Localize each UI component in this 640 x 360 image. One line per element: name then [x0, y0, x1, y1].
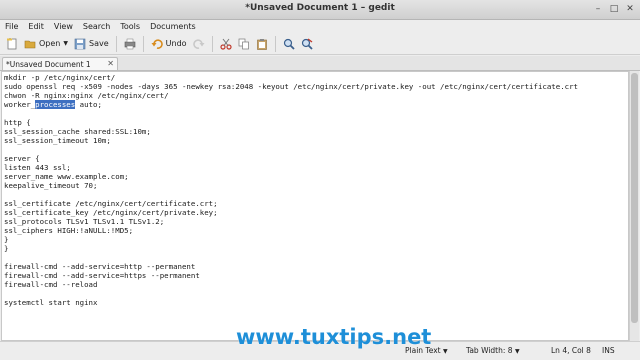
open-label: Open [39, 39, 61, 48]
menu-bar: File Edit View Search Tools Documents [0, 20, 640, 33]
paste-icon [256, 38, 267, 50]
watermark-logo: www.tuxtips.net [236, 325, 432, 349]
editor-line: ssl_session_timeout 10m; [4, 136, 111, 145]
minimize-icon[interactable]: – [592, 3, 604, 15]
line-text: worker_ [4, 100, 36, 109]
toolbar-separator [274, 35, 276, 52]
gedit-window: *Unsaved Document 1 – gedit – □ ✕ File E… [0, 0, 640, 360]
window-title: *Unsaved Document 1 – gedit [245, 3, 395, 13]
insert-mode: INS [602, 346, 615, 355]
copy-icon [238, 38, 249, 49]
chevron-down-icon: ▼ [442, 348, 448, 355]
find-replace-icon [301, 37, 313, 50]
tab-label: *Unsaved Document 1 [6, 59, 91, 69]
menu-tools[interactable]: Tools [115, 20, 145, 33]
close-icon[interactable]: ✕ [624, 3, 636, 15]
editor-line: } [4, 244, 9, 253]
editor-line: keepalive_timeout 70; [4, 181, 98, 190]
scrollbar-thumb[interactable] [631, 73, 638, 323]
menu-documents[interactable]: Documents [145, 20, 201, 33]
chevron-down-icon: ▼ [514, 348, 520, 355]
editor-line: ssl_certificate_key /etc/nginx/cert/priv… [4, 208, 218, 217]
open-button[interactable]: Open ▼ [21, 35, 71, 53]
toolbar: Open ▼ Save Undo [0, 33, 640, 55]
editor-line: firewall-cmd --add-service=http --perman… [4, 262, 196, 271]
cursor-position: Ln 4, Col 8 [551, 346, 591, 355]
print-button[interactable] [121, 35, 139, 53]
copy-button[interactable] [235, 35, 253, 53]
save-button[interactable]: Save [71, 35, 112, 53]
menu-search[interactable]: Search [78, 20, 115, 33]
maximize-icon[interactable]: □ [608, 3, 620, 15]
editor-line-cursor: worker_processes auto; [4, 100, 102, 109]
document-tab-bar: *Unsaved Document 1 ✕ [0, 56, 640, 71]
editor-line: sudo openssl req -x509 -nodes -days 365 … [4, 82, 578, 91]
find-button[interactable] [280, 35, 298, 53]
editor-line: server { [4, 154, 40, 163]
undo-icon [151, 38, 163, 49]
vertical-scrollbar[interactable] [629, 71, 639, 341]
text-selection: processes [35, 100, 76, 109]
toolbar-separator [142, 35, 144, 52]
editor-line: ssl_ciphers HIGH:!aNULL:!MD5; [4, 226, 134, 235]
cut-button[interactable] [217, 35, 235, 53]
editor-line: mkdir -p /etc/nginx/cert/ [4, 73, 116, 82]
redo-icon [192, 38, 205, 49]
folder-open-icon [24, 40, 36, 48]
save-icon [74, 38, 86, 49]
tab-close-icon[interactable]: ✕ [107, 59, 114, 68]
replace-button[interactable] [298, 35, 316, 53]
tab-width-selector[interactable]: Tab Width: 8 ▼ [466, 346, 520, 355]
line-text: auto; [75, 100, 102, 109]
toolbar-separator [115, 35, 117, 52]
editor-line: firewall-cmd --add-service=https --perma… [4, 271, 200, 280]
editor-line: systemctl start nginx [4, 298, 98, 307]
menu-edit[interactable]: Edit [23, 20, 49, 33]
menu-view[interactable]: View [49, 20, 78, 33]
redo-button[interactable] [190, 35, 208, 53]
toolbar-separator [211, 35, 213, 52]
editor-line: chwon -R nginx:nginx /etc/nginx/cert/ [4, 91, 169, 100]
paste-button[interactable] [253, 35, 271, 53]
print-icon [124, 38, 135, 49]
search-icon [283, 38, 295, 50]
editor-line: http { [4, 118, 31, 127]
title-bar: *Unsaved Document 1 – gedit – □ ✕ [0, 0, 640, 20]
editor-line: server_name www.example.com; [4, 172, 129, 181]
menu-file[interactable]: File [0, 20, 23, 33]
chevron-down-icon[interactable]: ▼ [63, 40, 68, 47]
editor-line: ssl_certificate /etc/nginx/cert/certific… [4, 199, 218, 208]
new-document-icon [7, 37, 17, 49]
editor-line: } [4, 235, 9, 244]
editor-line: listen 443 ssl; [4, 163, 71, 172]
tab-width-label: Tab Width: 8 [466, 346, 513, 355]
window-controls: – □ ✕ [592, 3, 636, 15]
scissors-icon [219, 38, 232, 50]
save-label: Save [89, 39, 109, 48]
undo-label: Undo [165, 39, 187, 48]
editor-line: ssl_protocols TLSv1 TLSv1.1 TLSv1.2; [4, 217, 165, 226]
text-editor[interactable]: mkdir -p /etc/nginx/cert/ sudo openssl r… [1, 71, 629, 341]
editor-line: firewall-cmd --reload [4, 280, 98, 289]
editor-line: ssl_session_cache shared:SSL:10m; [4, 127, 151, 136]
new-document-button[interactable] [3, 35, 21, 53]
undo-button[interactable]: Undo [148, 35, 190, 53]
tab-unsaved-document-1[interactable]: *Unsaved Document 1 ✕ [2, 57, 118, 70]
